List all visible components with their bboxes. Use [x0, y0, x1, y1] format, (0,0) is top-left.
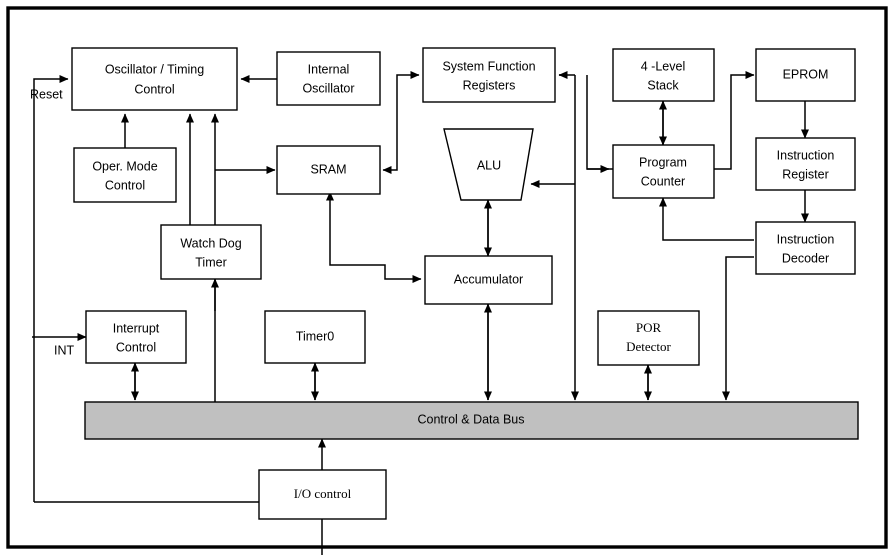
block-alu[interactable]: ALU — [443, 128, 534, 201]
block-internal-oscillator[interactable]: Internal Oscillator — [276, 51, 381, 106]
block-label: Watch Dog — [180, 236, 241, 250]
wire-id-pc — [658, 197, 754, 241]
signal-label-int: INT — [54, 343, 75, 357]
block-diagram-svg: Oscillator / Timing Control Oper. Mode C… — [6, 6, 888, 555]
block-label: Detector — [626, 339, 671, 354]
block-label: Registers — [463, 78, 516, 92]
block-label: Decoder — [782, 251, 829, 265]
block-label: Oper. Mode — [92, 159, 157, 173]
block-label: System Function — [442, 59, 535, 73]
block-4-level-stack[interactable]: 4 -Level Stack — [612, 48, 715, 102]
block-oscillator-timing-control[interactable]: Oscillator / Timing Control — [71, 47, 238, 111]
block-watch-dog-timer[interactable]: Watch Dog Timer — [160, 224, 262, 280]
block-io-control[interactable]: I/O control — [258, 469, 387, 520]
block-label: Control — [116, 340, 156, 354]
block-instruction-register[interactable]: Instruction Register — [755, 137, 856, 191]
block-system-function-registers[interactable]: System Function Registers — [422, 47, 556, 103]
block-label: Stack — [647, 78, 679, 92]
block-label: Instruction — [777, 148, 835, 162]
block-eprom[interactable]: EPROM — [755, 48, 856, 102]
wire-pc-sfr — [586, 75, 613, 170]
wire-sfr-sram — [382, 102, 398, 175]
block-accumulator[interactable]: Accumulator — [424, 255, 553, 305]
block-label: Accumulator — [454, 272, 523, 286]
block-label: Timer0 — [296, 329, 334, 343]
block-label: Oscillator / Timing — [105, 62, 204, 76]
block-label: 4 -Level — [641, 59, 685, 73]
block-label: Oscillator — [302, 81, 354, 95]
block-instruction-decoder[interactable]: Instruction Decoder — [755, 221, 856, 275]
wire-pc-eprom — [714, 70, 755, 170]
block-label: Internal — [308, 62, 350, 76]
block-sram[interactable]: SRAM — [276, 145, 381, 195]
signal-label-reset: Reset — [30, 87, 63, 101]
block-diagram-canvas: Oscillator / Timing Control Oper. Mode C… — [0, 0, 894, 555]
wire-reset-rail — [33, 78, 66, 502]
block-label: Timer — [195, 255, 226, 269]
wire-id-bus — [721, 256, 754, 401]
block-label: I/O control — [294, 486, 352, 501]
block-interrupt-control[interactable]: Interrupt Control — [85, 310, 187, 364]
block-timer0[interactable]: Timer0 — [264, 310, 366, 364]
block-label: Counter — [641, 174, 685, 188]
block-label: Instruction — [777, 232, 835, 246]
block-label: Register — [782, 167, 829, 181]
wire-up-to-sfr — [396, 70, 420, 102]
block-label: Control — [134, 82, 174, 96]
block-label: POR — [636, 320, 662, 335]
bus-label: Control & Data Bus — [418, 412, 525, 426]
block-label: Control — [105, 178, 145, 192]
block-label: SRAM — [310, 162, 346, 176]
block-control-data-bus[interactable]: Control & Data Bus — [84, 401, 859, 440]
block-label: Program — [639, 155, 687, 169]
block-label: Interrupt — [113, 321, 160, 335]
block-oper-mode-control[interactable]: Oper. Mode Control — [73, 147, 177, 203]
block-label: EPROM — [783, 67, 829, 81]
block-program-counter[interactable]: Program Counter — [612, 144, 715, 199]
wire-accum-sram-path — [329, 194, 422, 284]
block-por-detector[interactable]: POR Detector — [597, 310, 700, 366]
block-label: ALU — [477, 158, 501, 172]
